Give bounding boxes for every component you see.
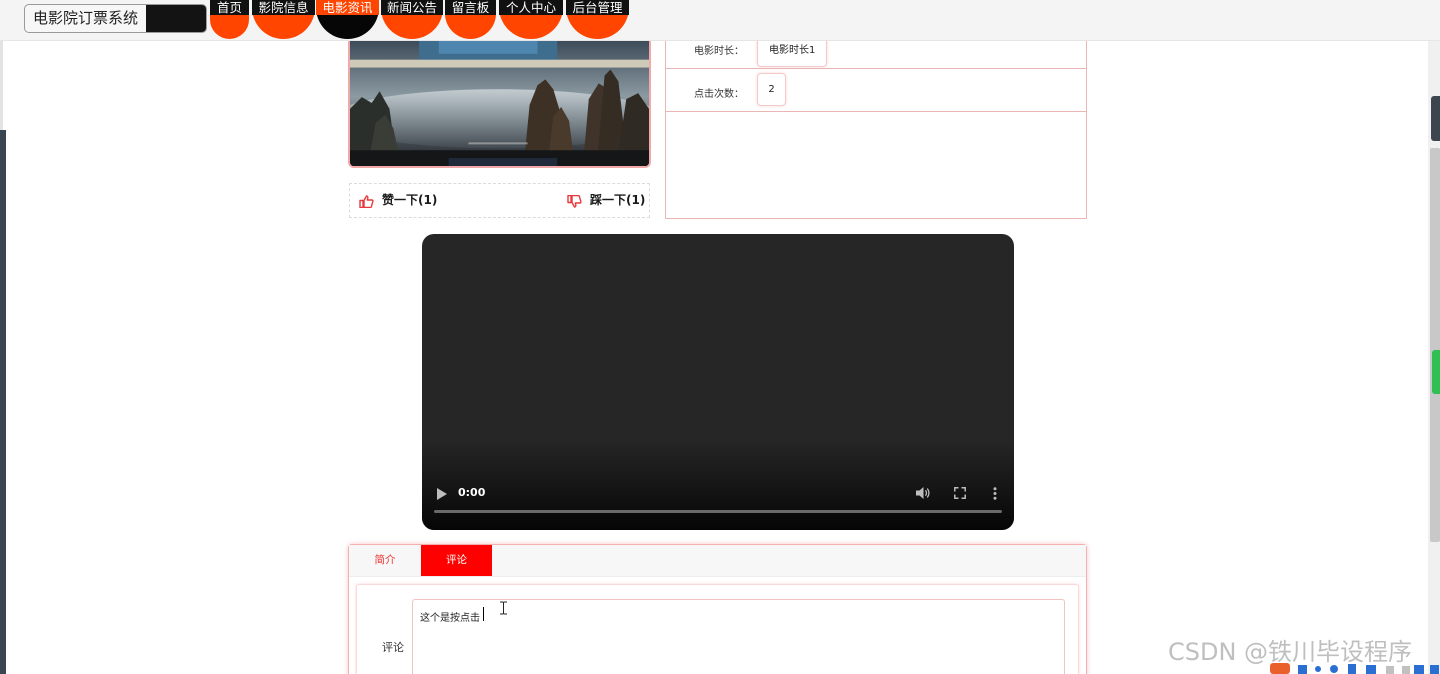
nav-message-board[interactable]: 留言板 xyxy=(445,0,496,39)
nav-home-label: 首页 xyxy=(210,0,249,15)
thumbs-up-icon xyxy=(359,195,374,208)
nav-movie-news[interactable]: 电影资讯 xyxy=(316,0,379,39)
dislike-button[interactable]: 踩一下(1) xyxy=(567,184,645,217)
tab-comment[interactable]: 评论 xyxy=(421,545,492,576)
video-time: 0:00 xyxy=(458,486,486,499)
window-edge-dark xyxy=(0,130,6,674)
nav-user-center-label: 个人中心 xyxy=(499,0,563,15)
movie-details-panel: 电影时长： 电影时长1 点击次数： 2 xyxy=(665,34,1087,219)
fullscreen-icon[interactable] xyxy=(954,487,966,499)
side-widget-dark xyxy=(1431,96,1440,141)
nav-cinema-info-label: 影院信息 xyxy=(252,0,315,15)
side-widget-green xyxy=(1432,350,1440,394)
nav-announcements[interactable]: 新闻公告 xyxy=(381,0,443,39)
detail-value-clicks: 2 xyxy=(757,73,786,106)
detail-label-duration: 电影时长： xyxy=(694,46,744,57)
top-navbar: 电影院订票系统 首页 影院信息 电影资讯 新闻公告 留言板 个人中心 后台管理 xyxy=(0,0,1440,41)
movie-poster xyxy=(348,40,651,168)
like-button[interactable]: 赞一下(1) xyxy=(359,184,437,217)
video-progress-bar[interactable] xyxy=(434,510,1002,513)
volume-icon[interactable] xyxy=(916,486,931,500)
nav-cinema-info[interactable]: 影院信息 xyxy=(252,0,315,39)
comment-label: 评论 xyxy=(382,641,404,654)
video-controls-shade xyxy=(422,440,1014,530)
detail-row-duration: 电影时长： 电影时长1 xyxy=(666,34,1086,69)
nav-home[interactable]: 首页 xyxy=(210,0,249,39)
text-cursor-icon xyxy=(500,601,507,615)
tab-bar: 简介 评论 xyxy=(349,545,1086,577)
tab-intro[interactable]: 简介 xyxy=(349,545,421,576)
comment-panel: 评论 xyxy=(356,584,1079,674)
vote-box: 赞一下(1) 踩一下(1) xyxy=(349,183,650,218)
detail-tabs: 简介 评论 评论 xyxy=(348,544,1087,674)
site-brand[interactable]: 电影院订票系统 xyxy=(24,4,207,33)
nav-admin[interactable]: 后台管理 xyxy=(566,0,629,39)
brand-block xyxy=(146,5,206,32)
play-icon[interactable] xyxy=(437,488,447,500)
nav-user-center[interactable]: 个人中心 xyxy=(499,0,563,39)
system-tray-icons xyxy=(1270,663,1439,674)
comment-input[interactable] xyxy=(412,599,1065,674)
nav-movie-news-label: 电影资讯 xyxy=(316,0,379,15)
text-caret xyxy=(483,607,484,621)
detail-label-clicks: 点击次数： xyxy=(694,89,744,100)
more-options-icon[interactable] xyxy=(991,487,999,500)
nav-announcements-label: 新闻公告 xyxy=(381,0,443,15)
page-scrollbar-thumb[interactable] xyxy=(1430,148,1440,542)
site-title: 电影院订票系统 xyxy=(33,9,139,27)
video-player[interactable]: 0:00 xyxy=(422,234,1014,530)
window-edge xyxy=(0,41,3,130)
nav-admin-label: 后台管理 xyxy=(566,0,629,15)
nav-message-board-label: 留言板 xyxy=(445,0,496,15)
thumbs-down-icon xyxy=(567,195,582,208)
detail-row-clicks: 点击次数： 2 xyxy=(666,69,1086,112)
poster-image xyxy=(350,40,649,166)
